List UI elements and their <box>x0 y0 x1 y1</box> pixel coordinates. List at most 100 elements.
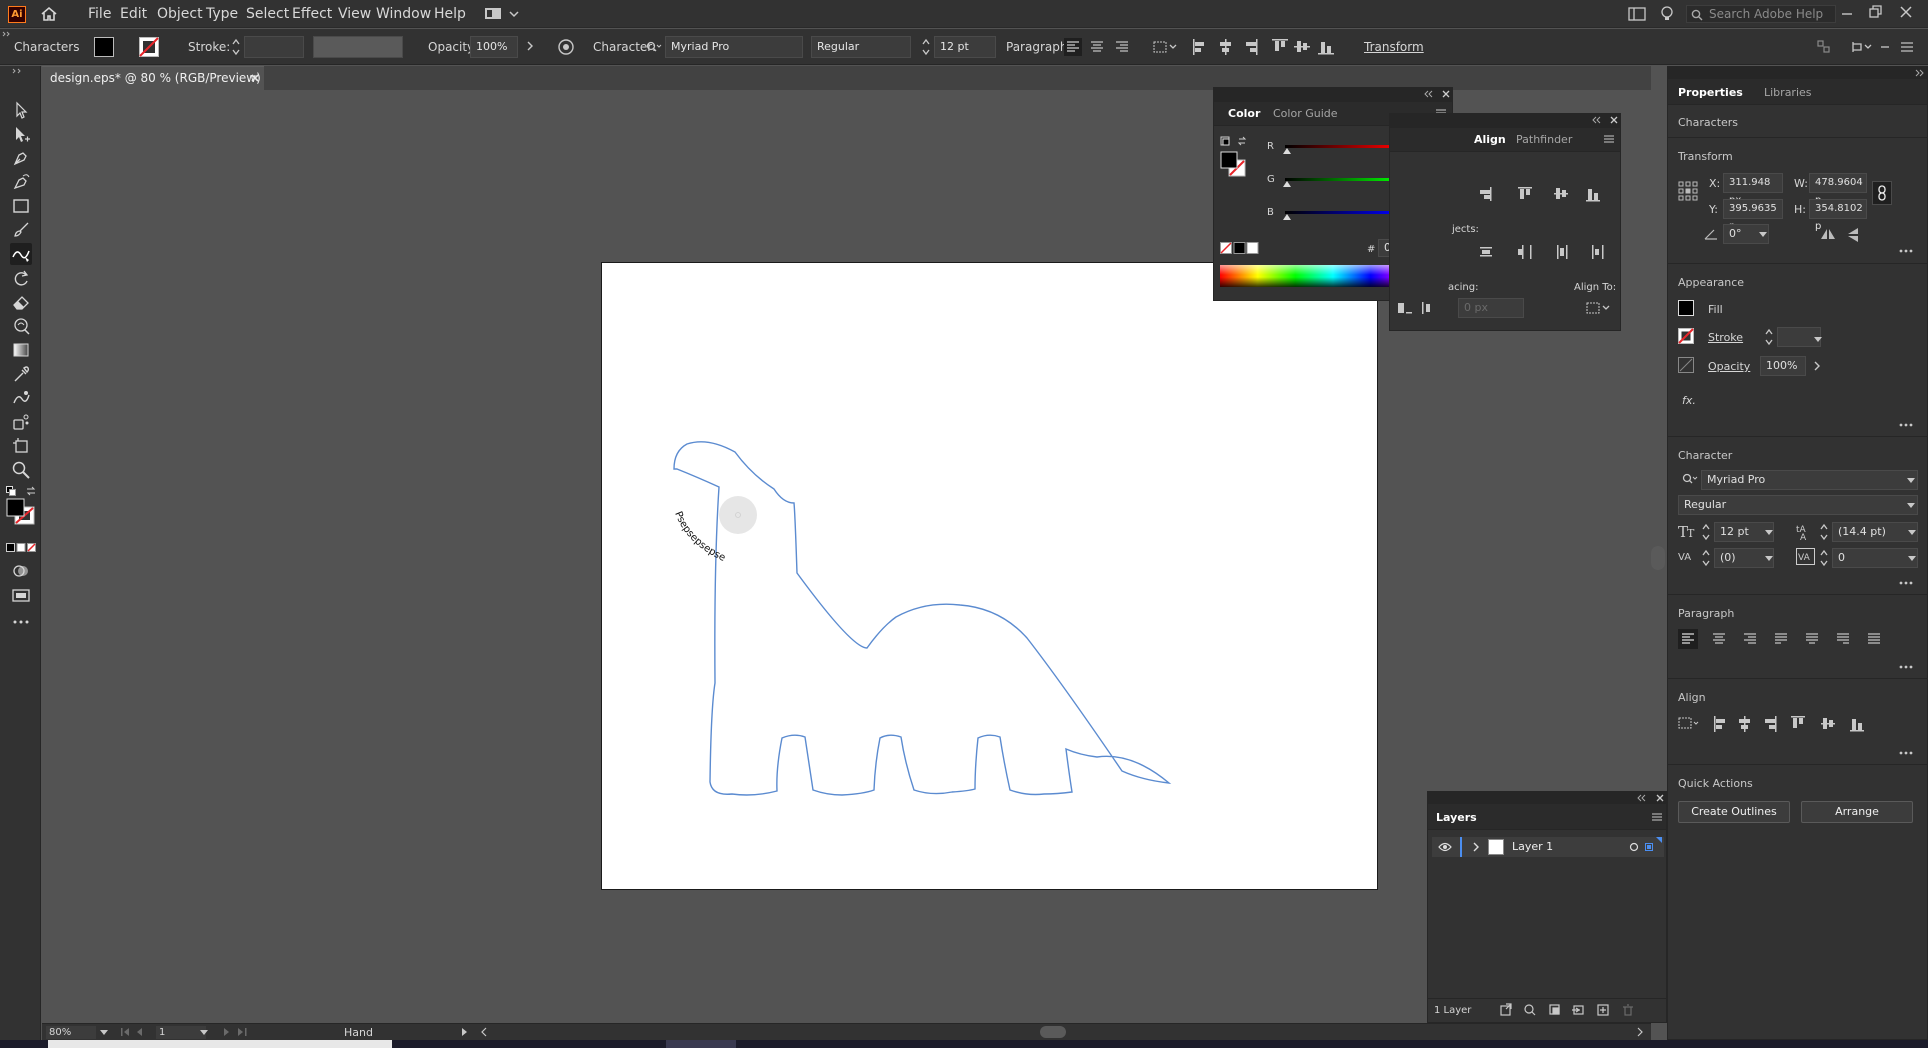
stroke-weight-field[interactable] <box>244 36 304 58</box>
taskbar-search-box[interactable] <box>48 1040 392 1048</box>
font-size-stepper-icon[interactable] <box>921 37 931 57</box>
artboard-nav-prev-icons[interactable] <box>120 1027 160 1037</box>
collapse-panel-icon[interactable] <box>1592 115 1602 125</box>
close-panel-icon[interactable] <box>1656 794 1664 802</box>
layers-footer-buttons[interactable] <box>1500 1003 1660 1017</box>
paintbrush-tool-icon[interactable] <box>10 219 32 241</box>
create-outlines-button[interactable]: Create Outlines <box>1678 801 1790 823</box>
color-mode-buttons[interactable] <box>6 543 36 553</box>
flip-horizontal-icon[interactable] <box>1820 227 1836 241</box>
chevron-down-icon[interactable] <box>1765 556 1773 561</box>
zoom-tool-icon[interactable] <box>10 459 32 481</box>
quick-swatches[interactable] <box>1220 242 1260 254</box>
tab-align[interactable]: Align <box>1474 133 1506 146</box>
artboard[interactable]: Psepsepsepse <box>601 262 1378 890</box>
menu-window[interactable]: Window <box>376 6 431 22</box>
layer-name[interactable]: Layer 1 <box>1512 840 1553 853</box>
tab-color[interactable]: Color <box>1228 107 1260 120</box>
chevron-down-icon[interactable] <box>1908 530 1916 535</box>
puppet-warp-tool-icon[interactable] <box>10 387 32 409</box>
taskbar-app-highlight[interactable] <box>666 1040 736 1048</box>
font-size-field[interactable]: 12 pt <box>934 36 996 58</box>
menu-object[interactable]: Object <box>157 6 203 22</box>
warp-tool-icon[interactable] <box>10 315 32 337</box>
chevron-right-icon[interactable] <box>526 41 534 51</box>
menu-view[interactable]: View <box>338 6 371 22</box>
status-bar-menu-icon[interactable] <box>460 1027 468 1037</box>
restore-window-icon[interactable] <box>1869 5 1883 19</box>
g-slider[interactable] <box>1285 178 1400 181</box>
more-options-icon[interactable] <box>1899 423 1913 427</box>
discover-bulb-icon[interactable] <box>1660 6 1674 22</box>
align-objects-buttons[interactable] <box>1192 38 1340 56</box>
horizontal-scrollbar-thumb[interactable] <box>1040 1026 1066 1038</box>
scroll-right-icon[interactable] <box>1636 1027 1644 1037</box>
paragraph-align-buttons[interactable] <box>1678 629 1918 649</box>
chevron-down-icon[interactable] <box>100 1030 108 1035</box>
rotate-tool-icon[interactable] <box>10 267 32 289</box>
control-bar-options-icons[interactable] <box>1817 39 1917 55</box>
drawing-modes-icon[interactable] <box>10 560 32 582</box>
transform-link[interactable]: Transform <box>1364 40 1424 54</box>
close-panel-icon[interactable] <box>1442 90 1450 98</box>
align-buttons-row[interactable] <box>1678 715 1918 733</box>
home-icon[interactable] <box>40 6 58 22</box>
menu-select[interactable]: Select <box>246 6 289 22</box>
rectangle-tool-icon[interactable] <box>10 195 32 217</box>
stroke-weight-stepper-icon[interactable] <box>1764 327 1774 347</box>
stroke-weight-stepper-icon[interactable] <box>231 37 241 57</box>
recolor-artwork-icon[interactable] <box>557 38 575 56</box>
r-slider-handle[interactable] <box>1283 148 1291 154</box>
screen-mode-icon[interactable] <box>10 584 32 606</box>
dinosaur-artwork[interactable]: Psepsepsepse <box>602 263 1379 891</box>
r-slider[interactable] <box>1285 145 1400 148</box>
panel-menu-icon[interactable] <box>1652 813 1662 821</box>
chevron-down-icon[interactable] <box>1759 232 1767 237</box>
y-position-field[interactable]: 395.9635 p <box>1723 199 1783 232</box>
symbol-sprayer-tool-icon[interactable] <box>10 411 32 433</box>
collapse-panel-icon[interactable] <box>1914 68 1924 78</box>
artboard-tool-icon[interactable] <box>10 435 32 457</box>
opacity-field[interactable]: 100% <box>470 36 518 58</box>
distribute-buttons-row[interactable] <box>1476 244 1606 260</box>
chevron-down-icon[interactable] <box>200 1030 208 1035</box>
more-options-icon[interactable] <box>1899 751 1913 755</box>
b-slider-handle[interactable] <box>1283 214 1291 220</box>
direct-selection-tool-icon[interactable] <box>10 123 32 145</box>
chevron-down-icon[interactable] <box>1765 530 1773 535</box>
selection-tool-icon[interactable] <box>10 99 32 121</box>
fill-swatch[interactable] <box>1678 300 1694 316</box>
x-position-field[interactable]: 311.948 px <box>1723 173 1783 206</box>
menu-file[interactable]: File <box>88 6 111 22</box>
chevron-down-icon[interactable] <box>1814 337 1822 342</box>
document-tab[interactable]: design.eps* @ 80 % (RGB/Preview) <box>42 66 264 90</box>
tab-properties[interactable]: Properties <box>1678 86 1743 99</box>
b-slider[interactable] <box>1285 211 1400 214</box>
panel-menu-icon[interactable] <box>1604 135 1614 143</box>
edit-toolbar-more-icon[interactable] <box>10 611 32 633</box>
tab-color-guide[interactable]: Color Guide <box>1273 107 1338 120</box>
align-to-dropdown-icon[interactable] <box>1153 39 1179 55</box>
eyedropper-tool-icon[interactable] <box>10 363 32 385</box>
pen-tool-icon[interactable] <box>10 147 32 169</box>
target-circle-icon[interactable] <box>1629 842 1639 852</box>
stroke-swatch[interactable] <box>1678 328 1694 344</box>
width-field[interactable]: 478.9604 p <box>1809 173 1867 206</box>
arrange-button[interactable]: Arrange <box>1801 801 1913 823</box>
chevron-down-icon[interactable] <box>1908 556 1916 561</box>
chevron-right-icon[interactable] <box>1813 361 1821 371</box>
curvature-tool-icon[interactable] <box>10 171 32 193</box>
close-window-icon[interactable] <box>1899 5 1913 19</box>
opacity-link[interactable]: Opacity <box>1708 360 1750 373</box>
collapse-panel-icon[interactable] <box>1424 89 1434 99</box>
path-text[interactable]: Psepsepsepse <box>672 510 727 564</box>
menu-help[interactable]: Help <box>434 6 466 22</box>
color-fill-stroke-swatches[interactable] <box>1220 136 1250 180</box>
kerning-stepper-icon[interactable] <box>1701 548 1711 568</box>
search-adobe-help-input[interactable]: Search Adobe Help <box>1686 5 1836 23</box>
collapse-panel-icon[interactable] <box>1637 793 1647 803</box>
fill-stroke-swatches[interactable] <box>6 498 36 526</box>
font-style-field[interactable]: Regular <box>1678 495 1918 515</box>
tracking-field[interactable]: 0 <box>1832 548 1918 568</box>
variable-width-profile-dropdown[interactable] <box>313 36 403 58</box>
